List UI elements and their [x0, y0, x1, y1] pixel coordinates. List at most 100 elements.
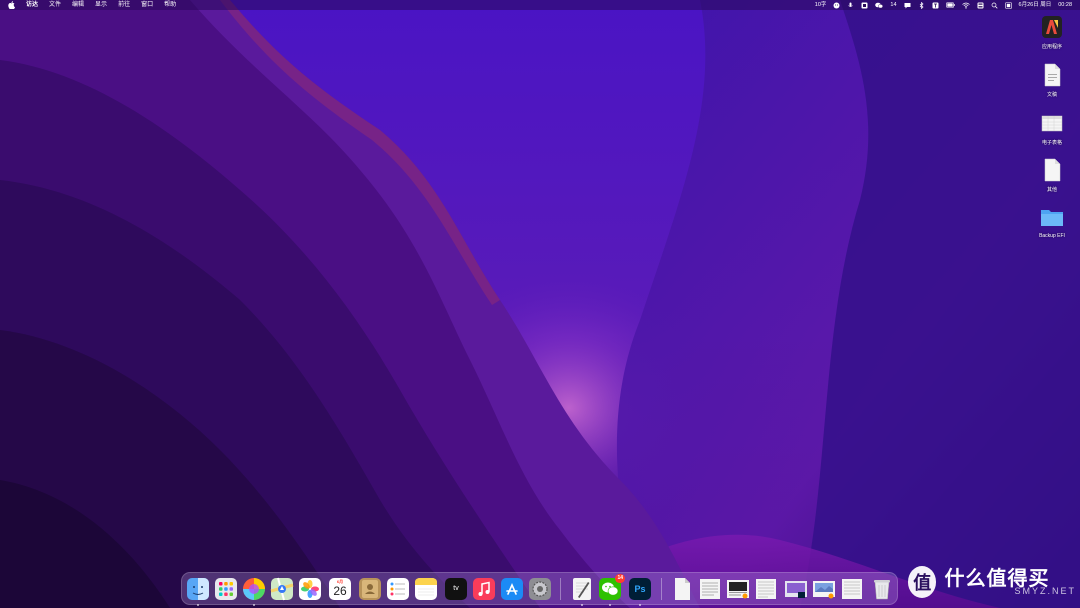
menu-view[interactable]: 显示 — [95, 0, 107, 10]
search-icon[interactable] — [991, 2, 998, 9]
desktop-icon-label: 电子表格 — [1041, 140, 1062, 146]
desktop-wallpaper — [0, 0, 1080, 608]
appstore-icon — [501, 578, 523, 600]
wechat-status-count: 14 — [890, 2, 897, 8]
dock-separator — [661, 578, 662, 600]
dock-calendar[interactable]: 6月 26 — [328, 577, 352, 601]
menu-edit[interactable]: 编辑 — [72, 0, 84, 10]
running-indicator — [639, 604, 641, 606]
dock-wechat[interactable]: 14 — [598, 574, 625, 606]
photos-icon — [299, 578, 321, 600]
notes-icon — [415, 578, 437, 600]
desktop-icon-applications[interactable]: 应用程序 — [1028, 14, 1076, 50]
calendar-day: 26 — [333, 584, 347, 598]
dock-trash[interactable] — [870, 577, 894, 601]
wechat-badge: 14 — [615, 574, 625, 583]
wechat-status-icon[interactable] — [875, 2, 884, 9]
trash-icon — [874, 580, 890, 600]
launchpad-icon — [215, 578, 237, 600]
dock-separator — [560, 578, 561, 600]
dock-recent-file[interactable] — [726, 577, 750, 601]
document-icon — [1039, 62, 1065, 88]
image-icon — [785, 581, 807, 598]
menu-help[interactable]: 帮助 — [164, 0, 176, 10]
menu-bar: 访达 文件 编辑 显示 前往 窗口 帮助 10字 14 6月26日 周日 00:… — [0, 0, 1080, 10]
folder-icon — [1039, 204, 1065, 230]
watermark: 值 什么值得买 SMYZ.NET — [908, 564, 1076, 600]
dock-recent-file[interactable] — [754, 577, 778, 601]
document-icon — [1039, 157, 1065, 183]
notification-icon[interactable] — [904, 2, 911, 9]
dock-system-preferences[interactable] — [528, 577, 552, 601]
dock: 6月 26 tv 14 Ps — [181, 572, 898, 606]
dock-apple-tv[interactable]: tv — [444, 577, 468, 601]
menu-finder[interactable]: 访达 — [26, 0, 38, 10]
desktop-icon-spreadsheets[interactable]: 电子表格 — [1028, 110, 1076, 146]
dock-reminders[interactable] — [386, 577, 410, 601]
face-icon[interactable] — [833, 2, 840, 9]
siri-status-icon[interactable] — [1004, 1, 1012, 9]
music-icon — [473, 578, 495, 600]
dock-maps[interactable] — [270, 577, 294, 601]
watermark-logo: 值 — [908, 566, 937, 598]
menu-go[interactable]: 前往 — [118, 0, 130, 10]
textedit-icon — [573, 578, 591, 600]
screenshot-icon[interactable] — [861, 2, 868, 9]
battery-icon[interactable] — [945, 2, 955, 9]
desktop-icon-label: 应用程序 — [1041, 44, 1062, 50]
control-center-icon[interactable] — [977, 2, 984, 9]
dock-photoshop[interactable]: Ps — [628, 577, 652, 606]
input-method-status[interactable]: 10字 — [815, 0, 827, 10]
menu-bar-status: 10字 14 6月26日 周日 00:28 — [815, 0, 1080, 10]
app-icon — [1039, 14, 1065, 40]
document-icon — [675, 578, 690, 600]
desktop-icon-label: 其他 — [1046, 187, 1057, 193]
contacts-icon — [359, 578, 381, 600]
document-icon — [700, 579, 720, 599]
document-icon — [756, 579, 776, 599]
desktop-icon-label: 文稿 — [1046, 92, 1057, 98]
dock-launchpad[interactable] — [214, 577, 238, 601]
dock-recent-file[interactable] — [840, 577, 864, 601]
dock-siri[interactable] — [242, 577, 266, 606]
reminders-icon — [387, 578, 409, 600]
bluetooth-icon[interactable] — [918, 1, 925, 9]
dock-notes[interactable] — [414, 577, 438, 601]
text-input-icon[interactable] — [932, 2, 939, 9]
dock-contacts[interactable] — [358, 577, 382, 601]
photoshop-label: Ps — [634, 584, 646, 594]
menu-bar-left: 访达 文件 编辑 显示 前往 窗口 帮助 — [0, 0, 176, 10]
running-indicator — [609, 604, 611, 606]
menu-window[interactable]: 窗口 — [141, 0, 153, 10]
apple-icon[interactable] — [8, 1, 15, 9]
dock-recent-file[interactable] — [784, 577, 808, 601]
watermark-sub: SMYZ.NET — [1014, 586, 1076, 596]
image-icon — [727, 580, 749, 599]
document-icon — [842, 579, 862, 599]
menu-time[interactable]: 00:28 — [1058, 0, 1072, 10]
dock-music[interactable] — [472, 577, 496, 601]
menu-file[interactable]: 文件 — [49, 0, 61, 10]
appletv-label: tv — [453, 585, 459, 592]
running-indicator — [581, 604, 583, 606]
system-preferences-icon — [529, 578, 551, 600]
maps-icon — [270, 577, 294, 601]
dock-finder[interactable] — [186, 577, 210, 606]
siri-icon — [243, 578, 265, 600]
running-indicator — [253, 604, 255, 606]
dock-photos[interactable] — [298, 577, 322, 601]
finder-icon — [187, 578, 209, 600]
dock-textedit[interactable] — [570, 577, 594, 606]
desktop-icon-documents[interactable]: 文稿 — [1028, 62, 1076, 98]
microphone-icon[interactable] — [847, 2, 854, 9]
image-icon — [813, 581, 835, 599]
dock-recent-file[interactable] — [698, 577, 722, 601]
watermark-text: 什么值得买 SMYZ.NET — [944, 568, 1076, 596]
wifi-icon[interactable] — [961, 2, 970, 9]
dock-recent-file[interactable] — [670, 577, 694, 601]
dock-app-store[interactable] — [500, 577, 524, 601]
desktop-icon-backup-efi[interactable]: Backup EFI — [1028, 204, 1076, 239]
desktop-icon-other[interactable]: 其他 — [1028, 157, 1076, 193]
menu-date[interactable]: 6月26日 周日 — [1019, 0, 1052, 10]
dock-recent-file[interactable] — [812, 577, 836, 601]
